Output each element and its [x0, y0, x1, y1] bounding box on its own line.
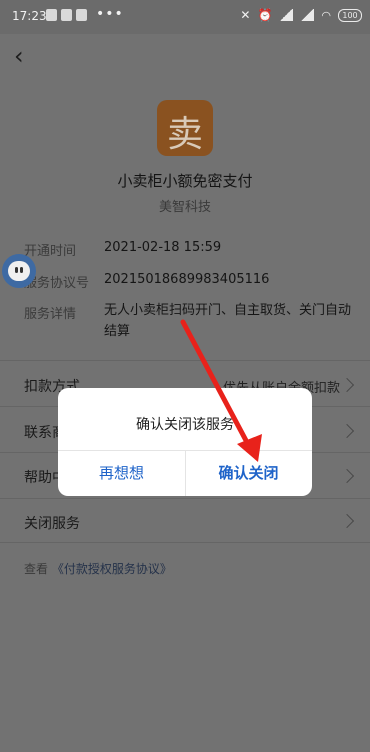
battery-icon: 100: [338, 8, 362, 22]
mute-icon: ✕: [240, 8, 251, 22]
agreement-prefix: 查看: [24, 562, 49, 576]
info-value-service-detail: 无人小卖柜扫码开门、自主取货、关门自动结算: [104, 303, 352, 339]
more-notifications-icon: •••: [96, 6, 124, 22]
info-label-open-time: 开通时间: [24, 244, 77, 259]
info-label-service-detail: 服务详情: [24, 307, 77, 322]
notification-icon: [76, 9, 87, 21]
wifi-icon: ◠: [321, 8, 331, 22]
confirm-close-button[interactable]: 确认关闭: [185, 450, 312, 496]
notification-icon: [46, 9, 57, 21]
signal-icon: [300, 9, 315, 21]
nav-bar: ‹: [0, 34, 370, 78]
company-name: 美智科技: [158, 200, 211, 215]
info-value-open-time: 2021-02-18 15:59: [104, 240, 222, 255]
chevron-left-icon[interactable]: ‹: [14, 42, 24, 70]
app-name: 小卖柜小额免密支付: [117, 172, 253, 190]
alarm-icon: ⏰: [257, 8, 273, 22]
signal-icon: [279, 9, 294, 21]
divider: [0, 542, 370, 543]
agreement-link[interactable]: 《付款授权服务协议》: [52, 562, 172, 576]
floating-assistant-icon[interactable]: [2, 254, 36, 288]
status-time: 17:23: [12, 9, 47, 23]
row-label: 关闭服务: [24, 516, 80, 532]
notification-icon: [61, 9, 72, 21]
dialog-title: 确认关闭该服务: [136, 417, 234, 433]
app-logo-glyph: 卖: [166, 114, 203, 155]
divider: [0, 360, 370, 361]
confirm-close-dialog: 确认关闭该服务 再想想 确认关闭: [58, 388, 312, 496]
app-logo: 卖: [157, 100, 213, 156]
cancel-button[interactable]: 再想想: [58, 450, 185, 496]
divider: [0, 498, 370, 499]
agreement-line: 查看 《付款授权服务协议》: [24, 560, 172, 577]
status-bar: 17:23 ••• ✕ ⏰ ◠ 100: [0, 0, 370, 34]
info-value-agreement-no: 20215018689983405116: [104, 272, 270, 287]
